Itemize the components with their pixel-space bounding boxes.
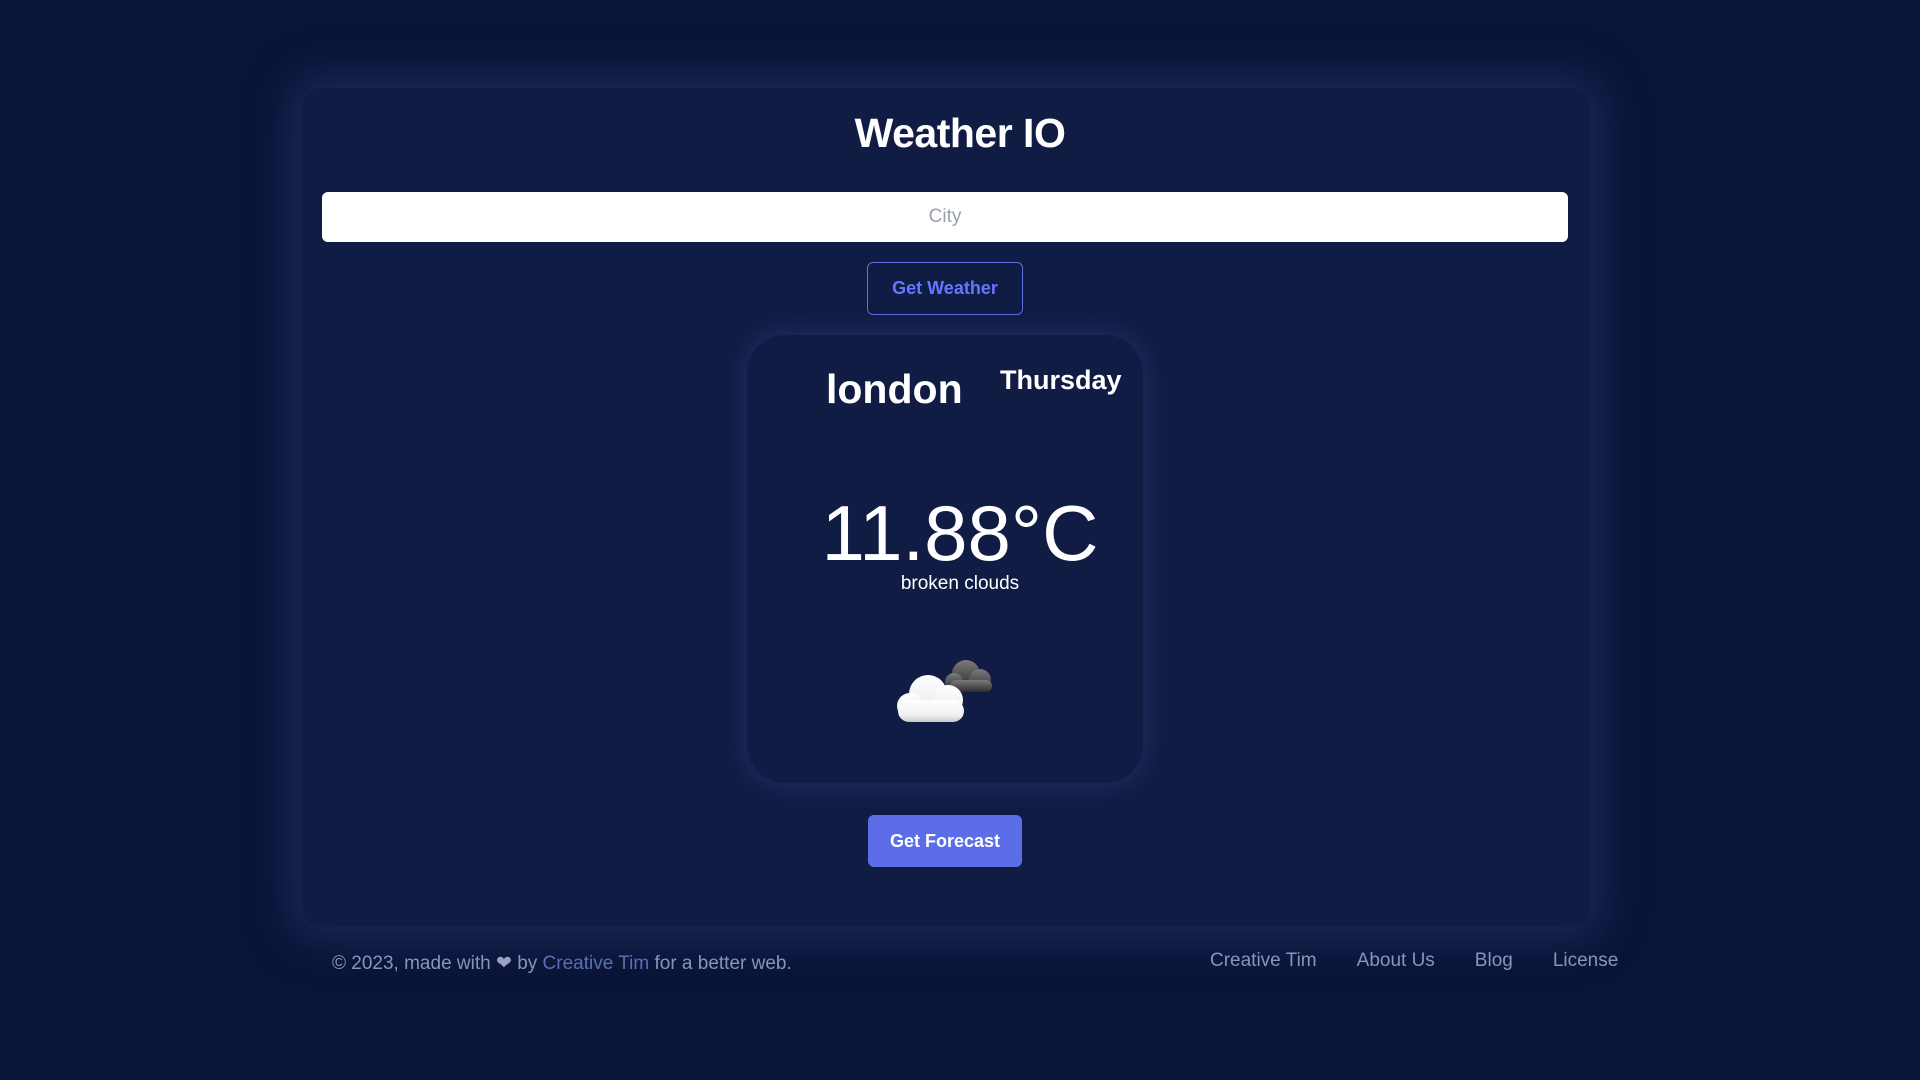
weather-description: broken clouds	[900, 573, 1020, 594]
copyright-suffix: for a better web.	[654, 953, 792, 974]
heart-icon: ❤	[495, 953, 512, 974]
page: Weather IO Get Weather london Thursday 1…	[0, 0, 1920, 1080]
footer-link-creative-tim[interactable]: Creative Tim	[1210, 950, 1317, 972]
footer-link-license[interactable]: License	[1553, 950, 1619, 972]
day-name: Thursday	[1000, 365, 1122, 395]
get-weather-button[interactable]: Get Weather	[867, 262, 1023, 315]
city-name: london	[826, 366, 963, 412]
creative-tim-author-link[interactable]: Creative Tim	[543, 953, 650, 974]
city-input[interactable]	[322, 192, 1568, 242]
footer-copyright: © 2023, made with ❤ by Creative Tim for …	[332, 952, 792, 975]
footer-nav: Creative Tim About Us Blog License	[1210, 950, 1618, 972]
copyright-by: by	[517, 953, 538, 974]
broken-clouds-icon	[888, 648, 1004, 728]
footer-link-blog[interactable]: Blog	[1475, 950, 1513, 972]
copyright-prefix: © 2023, made with	[332, 953, 491, 974]
footer-link-about-us[interactable]: About Us	[1357, 950, 1435, 972]
temperature: 11.88°C	[821, 489, 1099, 577]
app-title: Weather IO	[854, 110, 1066, 156]
get-forecast-button[interactable]: Get Forecast	[868, 815, 1022, 867]
